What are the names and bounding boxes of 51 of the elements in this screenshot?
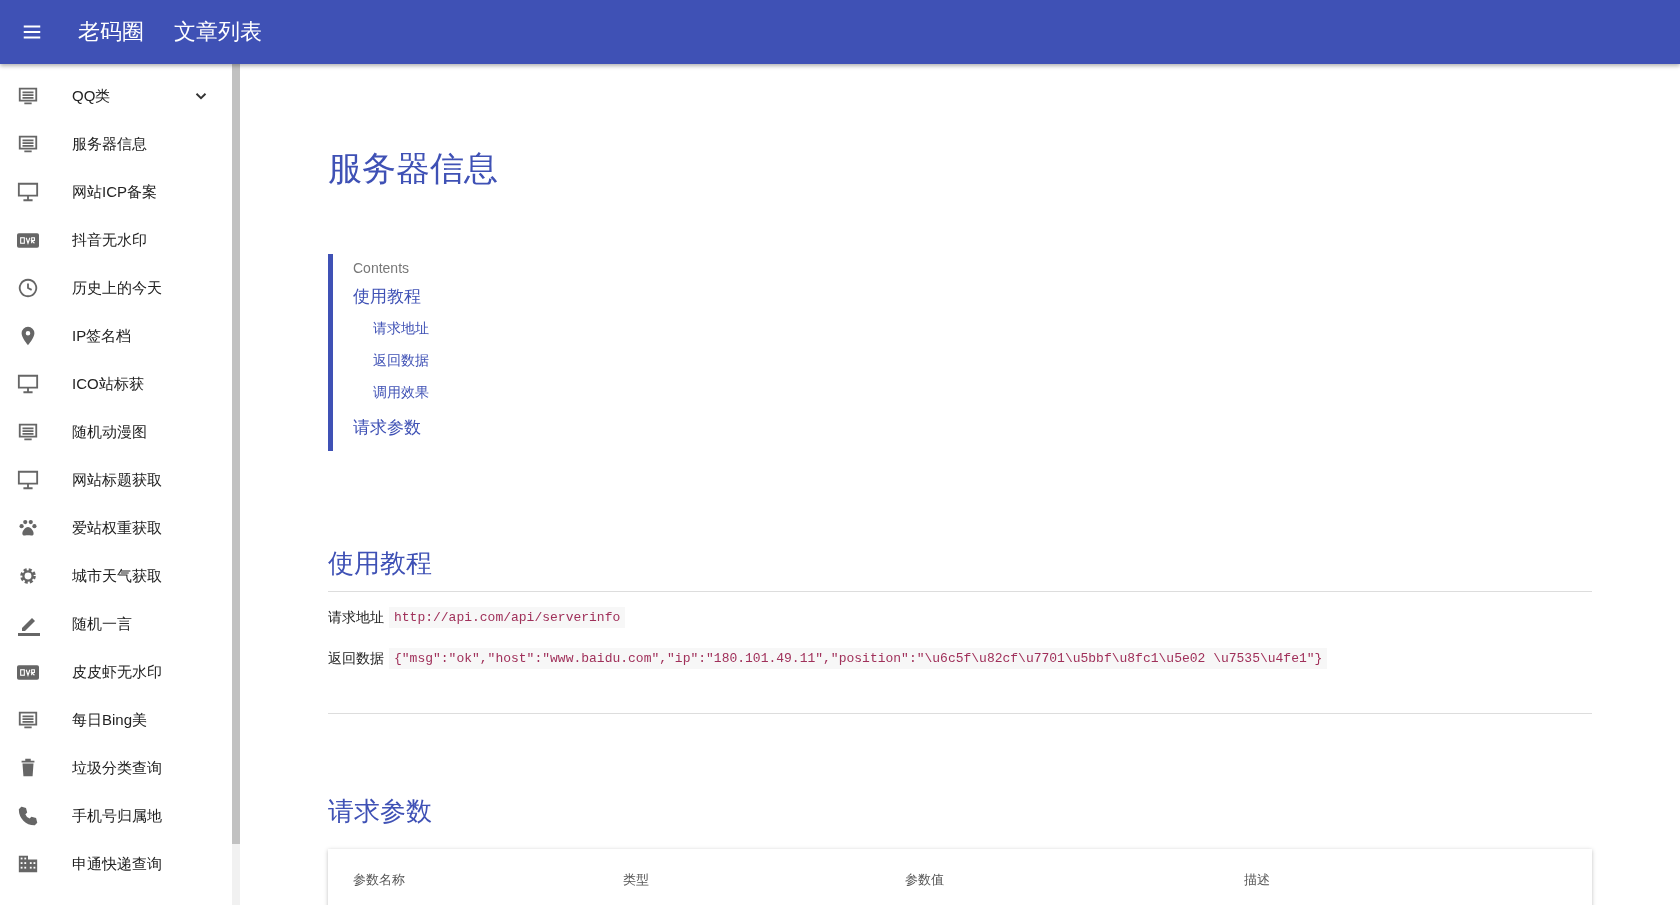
building-icon	[17, 853, 39, 875]
sidebar-item[interactable]: 抖音无水印	[0, 216, 232, 264]
clock-icon	[17, 277, 39, 299]
sidebar-item[interactable]: 皮皮虾无水印	[0, 648, 232, 696]
field-label: 请求地址	[328, 608, 384, 627]
settings-icon	[17, 565, 39, 587]
list-icon	[17, 85, 39, 107]
phone-icon	[17, 805, 39, 827]
column-header: 描述	[1244, 871, 1271, 889]
contents-link[interactable]: 请求参数	[353, 416, 553, 439]
sidebar-item[interactable]: 每日Bing美	[0, 696, 232, 744]
scrollbar-thumb[interactable]	[232, 64, 240, 844]
contents-link[interactable]: 请求地址	[373, 320, 553, 338]
page-title: 服务器信息	[328, 148, 499, 189]
sidebar-item[interactable]: 爱站权重获取	[0, 504, 232, 552]
list-icon	[17, 709, 39, 731]
paw-icon	[17, 517, 39, 539]
code-snippet: http://api.com/api/serverinfo	[389, 607, 626, 628]
column-header: 类型	[623, 871, 650, 889]
app-title: 文章列表	[174, 18, 262, 46]
sidebar-item[interactable]: 随机动漫图	[0, 408, 232, 456]
sidebar-item[interactable]: 手机号归属地	[0, 792, 232, 840]
code-snippet: {"msg":"ok","host":"www.baidu.com","ip":"180.101.49.11","position":"\u6c5f\u82cf\u7701\u5bbf\u8fc1\u5e02 \u7535\u4fe1"}	[389, 648, 1328, 669]
sidebar-item[interactable]: IP签名档	[0, 312, 232, 360]
sidebar-item[interactable]: 服务器信息	[0, 120, 232, 168]
column-header: 参数值	[905, 871, 945, 889]
sidebar-item[interactable]: 垃圾分类查询	[0, 744, 232, 792]
monitor-icon	[17, 181, 39, 203]
list-icon	[17, 133, 39, 155]
sidebar-item[interactable]: QQ类	[0, 72, 232, 120]
contents-link[interactable]: 调用效果	[373, 384, 553, 402]
app-brand[interactable]: 老码圈	[78, 17, 144, 47]
field-label: 返回数据	[328, 649, 384, 668]
column-header: 参数名称	[353, 871, 406, 889]
section-heading: 使用教程	[328, 547, 433, 580]
monitor-icon	[17, 373, 39, 395]
ovr-icon	[17, 664, 39, 680]
sidebar-item[interactable]: ICO站标获	[0, 360, 232, 408]
monitor-icon	[17, 469, 39, 491]
sidebar-item[interactable]: 网站标题获取	[0, 456, 232, 504]
sidebar-item[interactable]: 历史上的今天	[0, 264, 232, 312]
sidebar-item[interactable]: 申通快递查询	[0, 840, 232, 888]
section-heading: 请求参数	[328, 795, 433, 828]
sidebar-item[interactable]: 城市天气获取	[0, 552, 232, 600]
list-icon	[17, 421, 39, 443]
sidebar-item[interactable]: 随机一言	[0, 600, 232, 648]
ovr-icon	[17, 232, 39, 248]
contents-link[interactable]: 使用教程	[353, 285, 553, 308]
contents-link[interactable]: 返回数据	[373, 352, 553, 370]
contents-heading: Contents	[353, 260, 411, 276]
sidebar-item[interactable]: 网站ICP备案	[0, 168, 232, 216]
